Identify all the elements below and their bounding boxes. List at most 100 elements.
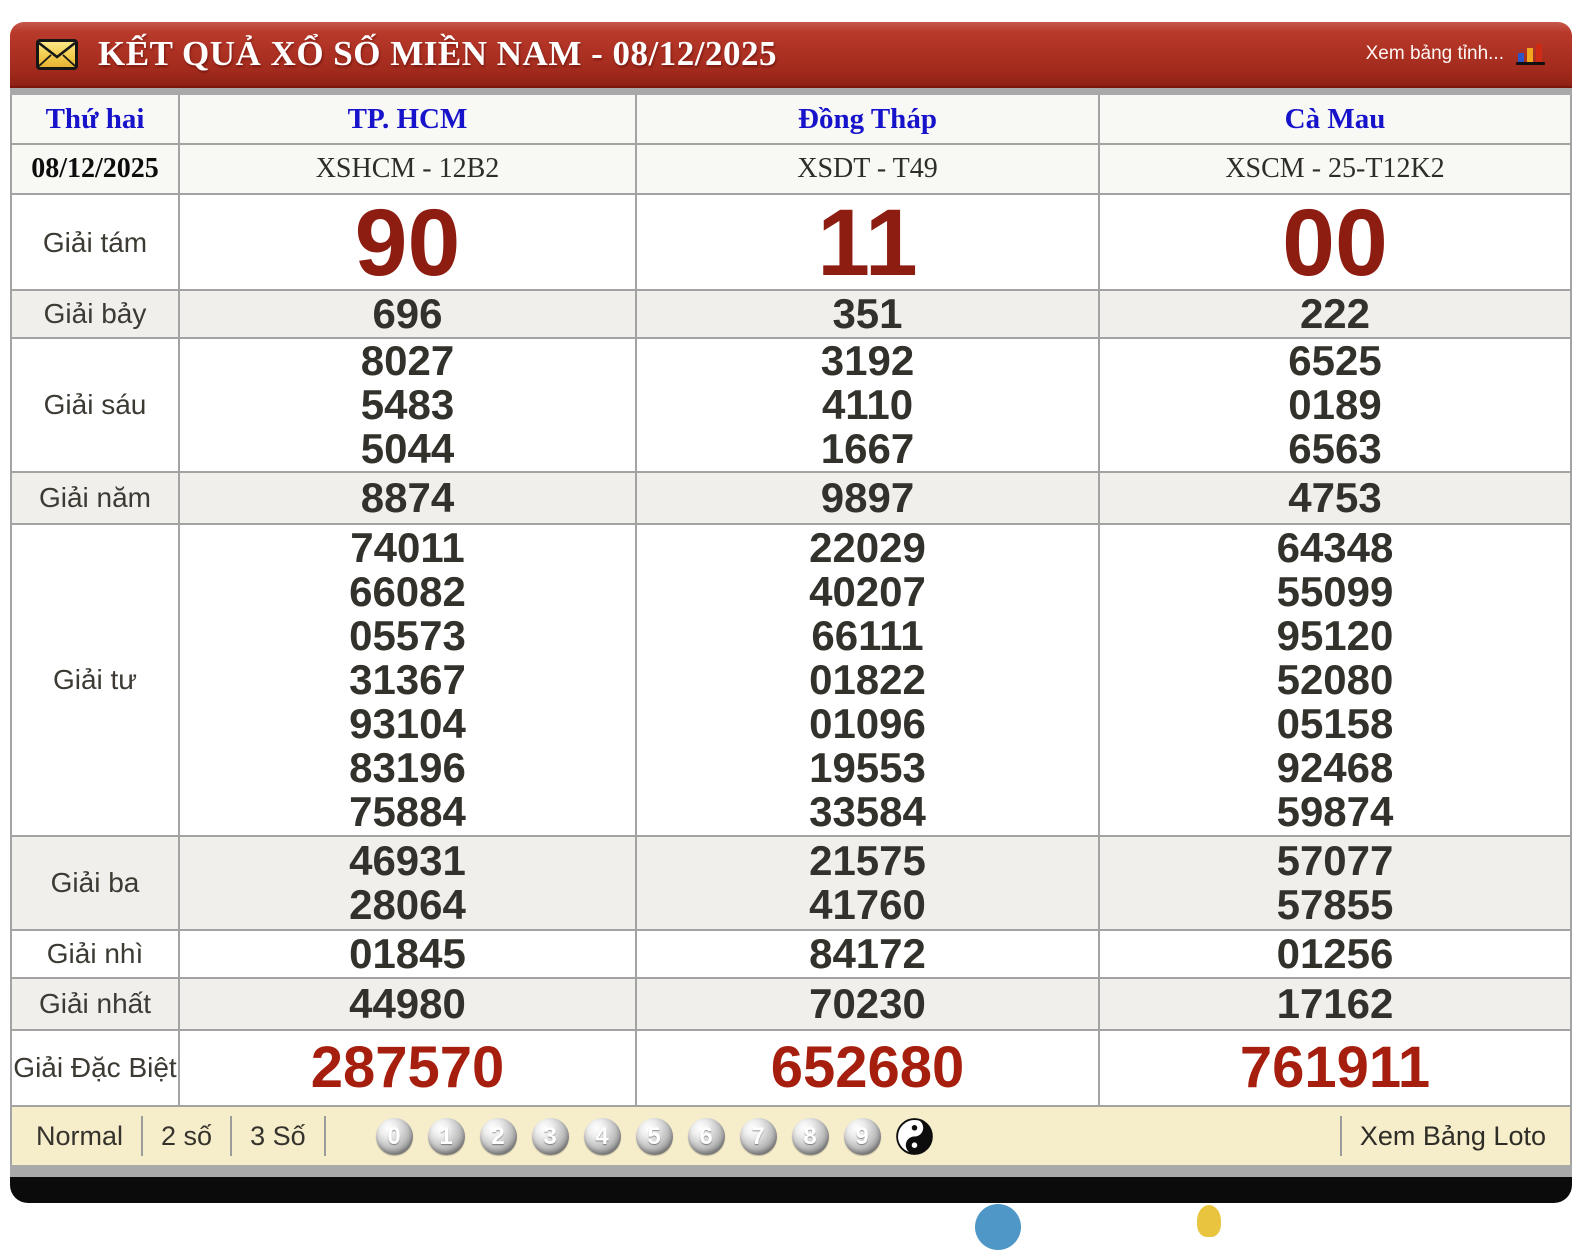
separator	[141, 1116, 143, 1156]
prize-number: 351	[832, 292, 902, 336]
date-cell: 08/12/2025	[12, 145, 180, 193]
draw-date: 08/12/2025	[31, 153, 159, 185]
prize-number: 8027	[361, 339, 454, 383]
prize-number: 75884	[349, 790, 466, 834]
prize-number: 6563	[1288, 427, 1381, 471]
prize-cell: 44980	[180, 979, 637, 1029]
draw-code: XSCM - 25-T12K2	[1225, 153, 1444, 185]
bar-chart-icon[interactable]	[1516, 41, 1546, 67]
prize-number: 1667	[821, 427, 914, 471]
code-cell: XSCM - 25-T12K2	[1100, 145, 1570, 193]
prize-cell: 4753	[1100, 473, 1570, 523]
prize-cell: 70230	[637, 979, 1100, 1029]
digit-ball-3[interactable]: 3	[532, 1118, 569, 1155]
prize7-row: Giải bảy 696 351 222	[12, 291, 1570, 339]
results-table: Thứ hai TP. HCM Đồng Tháp Cà Mau 08/12/2…	[10, 95, 1572, 1107]
prize-label: Giải năm	[39, 482, 151, 514]
prize-number: 11	[817, 195, 917, 291]
prize-cell: 90	[180, 195, 637, 291]
digit-ball-0[interactable]: 0	[376, 1118, 413, 1155]
prize-label-cell: Giải sáu	[12, 339, 180, 471]
column-header-tphcm[interactable]: TP. HCM	[180, 95, 637, 143]
special-prize-number: 652680	[771, 1038, 965, 1098]
prize-label-cell: Giải nhất	[12, 979, 180, 1029]
prize-number: 05573	[349, 614, 466, 658]
province-table-link[interactable]: Xem bảng tỉnh...	[1366, 43, 1504, 65]
digit-ball-6[interactable]: 6	[688, 1118, 725, 1155]
loto-group: Xem Bảng Loto	[1322, 1116, 1546, 1156]
prize-cell: 21575 41760	[637, 837, 1100, 929]
prize-number: 17162	[1277, 982, 1394, 1026]
prize-cell: 01256	[1100, 931, 1570, 977]
separator	[230, 1116, 232, 1156]
special-prize-row: Giải Đặc Biệt 287570 652680 761911	[12, 1031, 1570, 1107]
prize-label-cell: Giải tám	[12, 195, 180, 291]
prize-label: Giải tư	[53, 664, 137, 696]
header-right: Xem bảng tỉnh...	[1366, 41, 1546, 67]
prize-number: 0189	[1288, 383, 1381, 427]
prize8-row: Giải tám 90 11 00	[12, 195, 1570, 291]
prize-cell: 64348 55099 95120 52080 05158 92468 5987…	[1100, 525, 1570, 835]
digit-ball-8[interactable]: 8	[792, 1118, 829, 1155]
prize-cell: 01845	[180, 931, 637, 977]
prize-label-cell: Giải nhì	[12, 931, 180, 977]
prize-label: Giải nhất	[39, 988, 151, 1020]
digit-ball-9[interactable]: 9	[844, 1118, 881, 1155]
prize-cell: 696	[180, 291, 637, 337]
prize-label: Giải Đặc Biệt	[13, 1052, 176, 1084]
prize-number: 6525	[1288, 339, 1381, 383]
mode-3-digits[interactable]: 3 Số	[250, 1121, 306, 1152]
widget-bottom-frame	[10, 1177, 1572, 1203]
prize-number: 66111	[811, 614, 923, 658]
yin-yang-icon[interactable]	[896, 1118, 933, 1155]
page-title: KẾT QUẢ XỔ SỐ MIỀN NAM - 08/12/2025	[98, 34, 777, 74]
draw-code: XSHCM - 12B2	[316, 153, 500, 185]
prize-number: 40207	[809, 570, 926, 614]
prize-number: 00	[1282, 195, 1388, 291]
prize-number: 3192	[821, 339, 914, 383]
prize-cell: 351	[637, 291, 1100, 337]
prize-cell: 57077 57855	[1100, 837, 1570, 929]
prize-number: 64348	[1277, 526, 1394, 570]
prize-cell: 22029 40207 66111 01822 01096 19553 3358…	[637, 525, 1100, 835]
separator	[324, 1116, 326, 1156]
prize-label-cell: Giải tư	[12, 525, 180, 835]
prize-number: 4110	[822, 383, 913, 427]
prize-cell: 74011 66082 05573 31367 93104 83196 7588…	[180, 525, 637, 835]
code-cell: XSHCM - 12B2	[180, 145, 637, 193]
digit-ball-2[interactable]: 2	[480, 1118, 517, 1155]
prize-number: 41760	[809, 883, 926, 927]
column-header-camau[interactable]: Cà Mau	[1100, 95, 1570, 143]
prize-number: 33584	[809, 790, 926, 834]
column-header-dongthap[interactable]: Đồng Tháp	[637, 95, 1100, 143]
prize-cell: 00	[1100, 195, 1570, 291]
mode-2-digits[interactable]: 2 số	[161, 1121, 212, 1152]
digit-ball-4[interactable]: 4	[584, 1118, 621, 1155]
prize-number: 5483	[361, 383, 454, 427]
digit-ball-5[interactable]: 5	[636, 1118, 673, 1155]
prize-cell: 3192 4110 1667	[637, 339, 1100, 471]
prize-number: 01256	[1277, 932, 1394, 976]
prize-cell: 222	[1100, 291, 1570, 337]
prize-number: 70230	[809, 982, 926, 1026]
prize-number: 95120	[1277, 614, 1394, 658]
prize-cell: 6525 0189 6563	[1100, 339, 1570, 471]
loto-table-link[interactable]: Xem Bảng Loto	[1360, 1121, 1546, 1152]
special-prize-number: 761911	[1240, 1038, 1430, 1098]
digit-ball-1[interactable]: 1	[428, 1118, 465, 1155]
lottery-widget: KẾT QUẢ XỔ SỐ MIỀN NAM - 08/12/2025 Xem …	[10, 22, 1572, 1203]
prize-label: Giải bảy	[44, 298, 147, 330]
digit-ball-7[interactable]: 7	[740, 1118, 777, 1155]
prize-number: 01845	[349, 932, 466, 976]
prize-number: 31367	[349, 658, 466, 702]
prize-label-cell: Giải ba	[12, 837, 180, 929]
code-cell: XSDT - T49	[637, 145, 1100, 193]
prize-label-cell: Giải năm	[12, 473, 180, 523]
mode-normal[interactable]: Normal	[36, 1121, 123, 1152]
prize-cell: 11	[637, 195, 1100, 291]
special-prize-number: 287570	[311, 1038, 505, 1098]
table-header-row: Thứ hai TP. HCM Đồng Tháp Cà Mau	[12, 95, 1570, 145]
draw-code-row: 08/12/2025 XSHCM - 12B2 XSDT - T49 XSCM …	[12, 145, 1570, 195]
prize-label-cell: Giải bảy	[12, 291, 180, 337]
prize-number: 83196	[349, 746, 466, 790]
